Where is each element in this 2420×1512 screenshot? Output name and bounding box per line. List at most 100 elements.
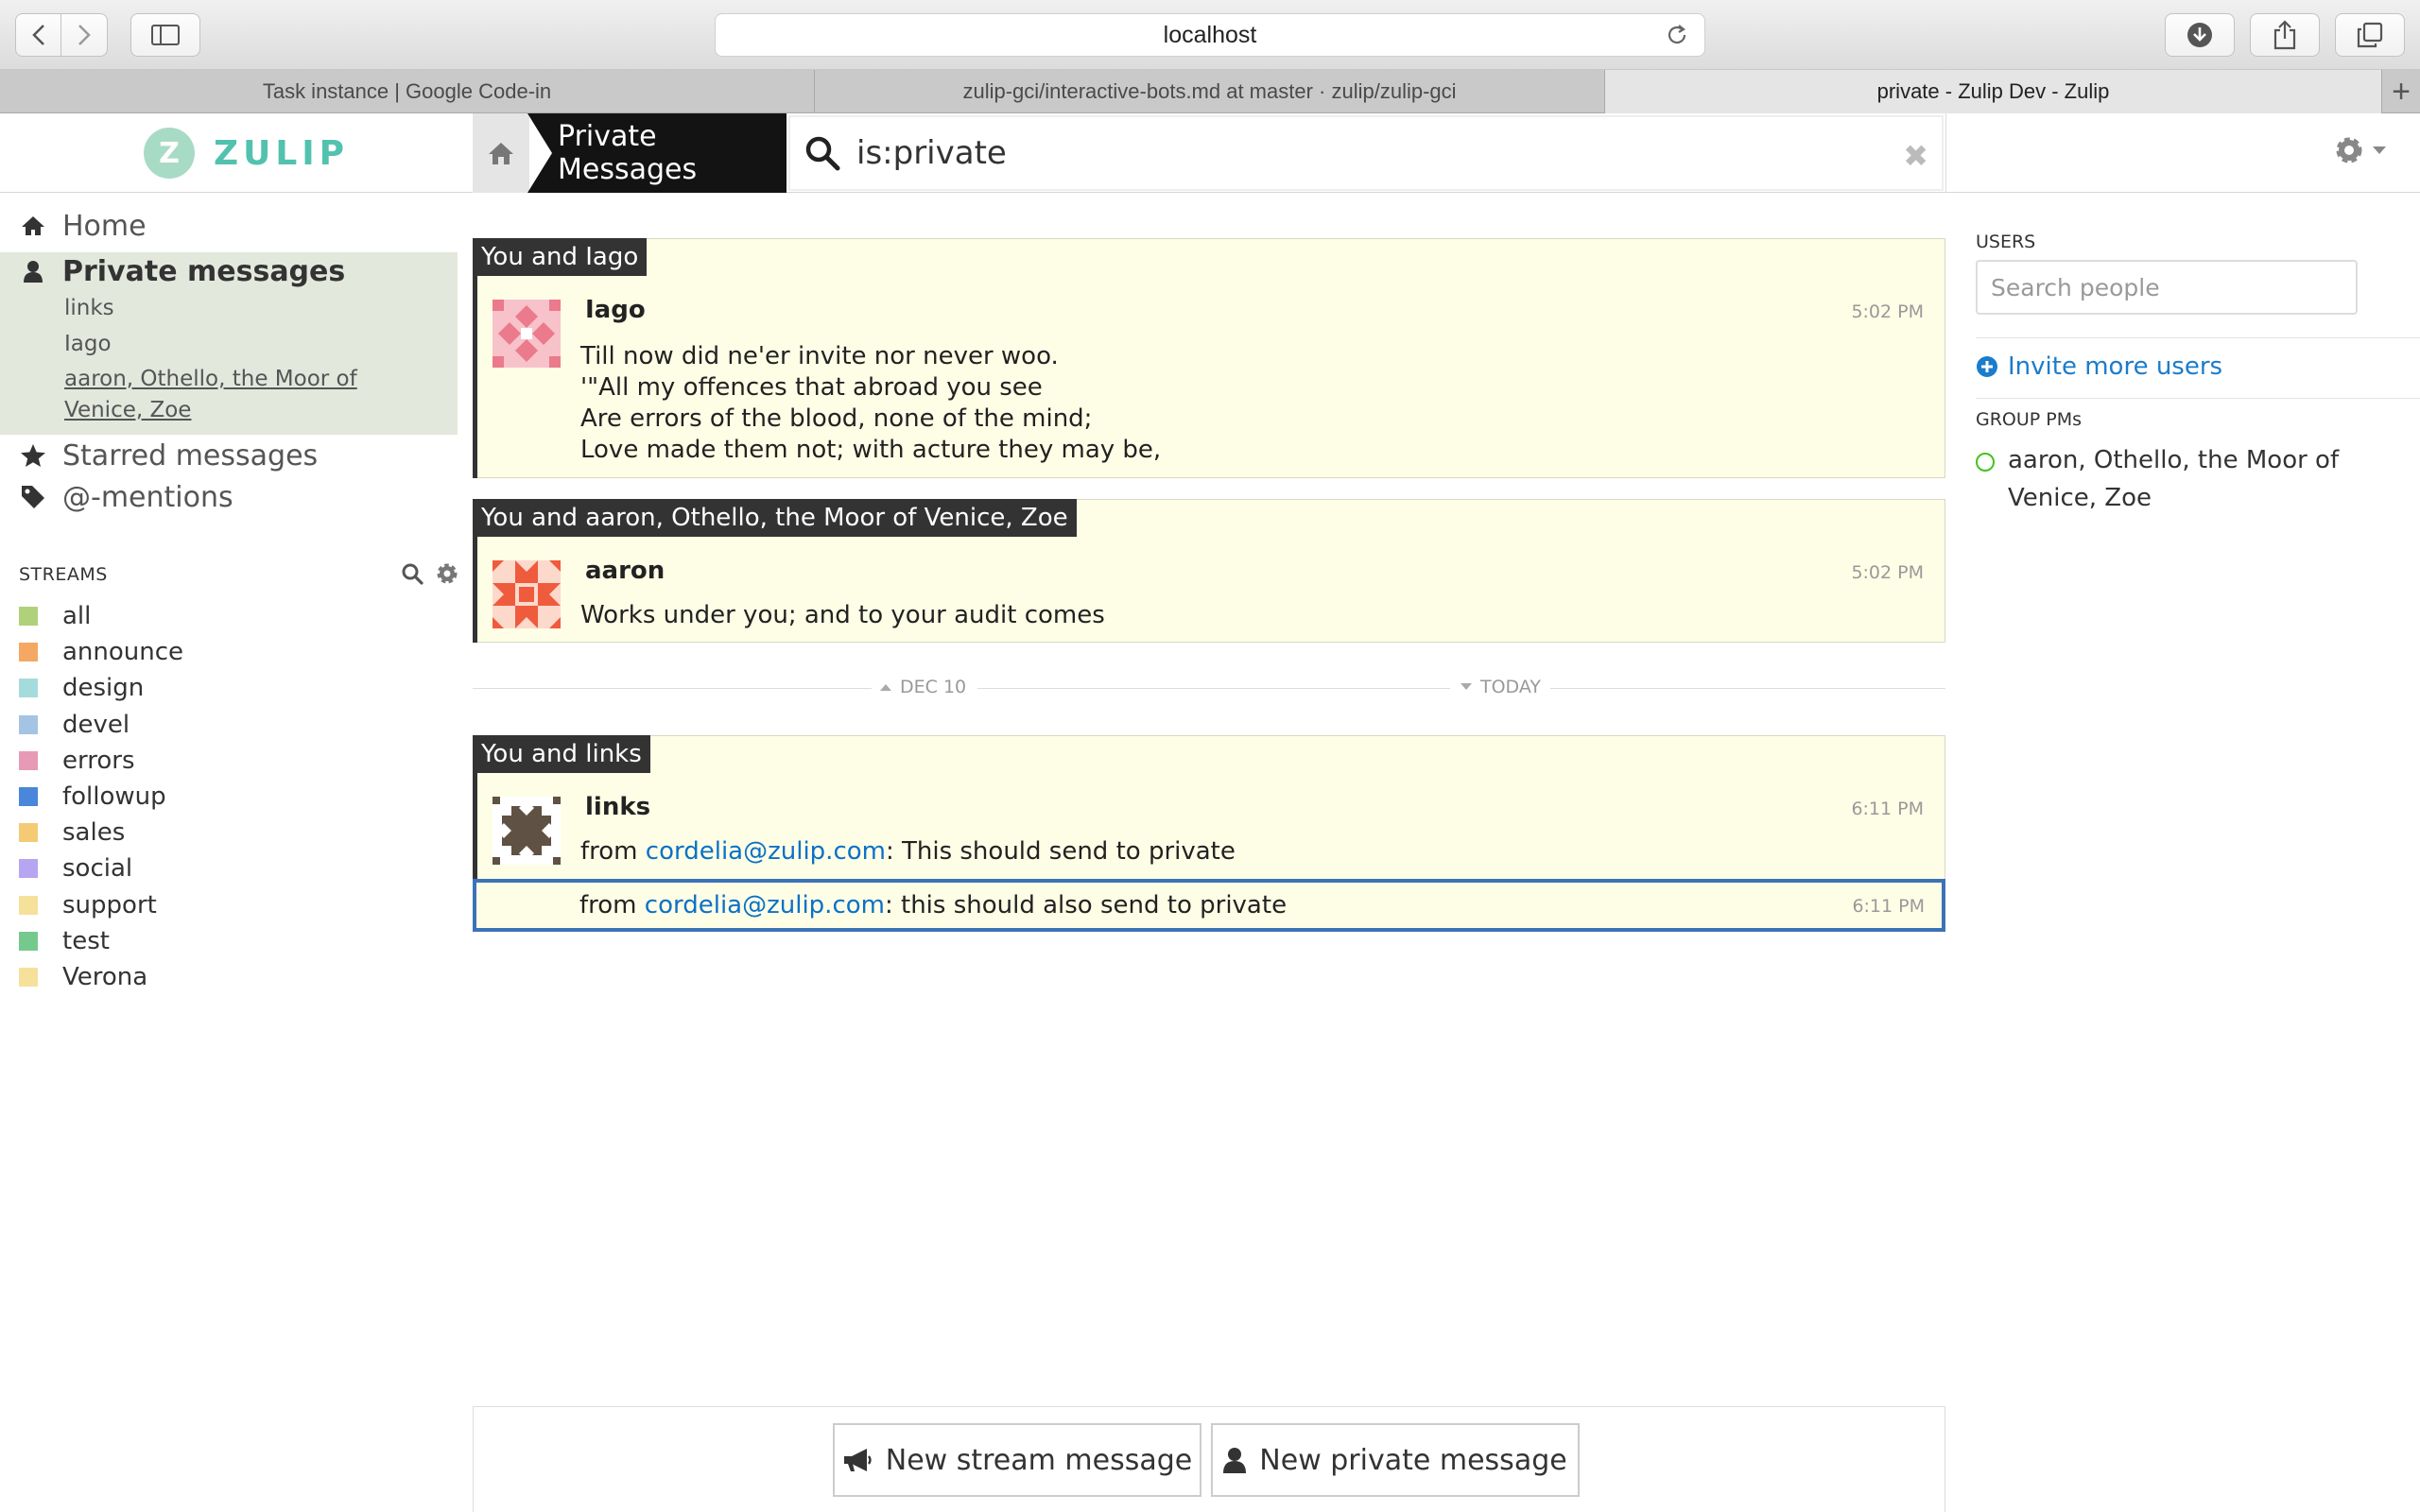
recipient-bar[interactable]: You and Iago xyxy=(473,238,648,276)
stream-item-support[interactable]: support xyxy=(19,889,157,921)
recipient-bar[interactable]: You and links xyxy=(473,735,650,773)
sidebar-item-label: Home xyxy=(62,209,147,243)
private-messages-section: Private messages links Iago aaron, Othel… xyxy=(0,252,458,435)
sidebar-item-private-messages[interactable]: Private messages xyxy=(0,252,458,290)
star-icon xyxy=(19,443,47,468)
share-button[interactable] xyxy=(2250,13,2320,57)
date-label-left: DEC 10 xyxy=(879,677,966,697)
stream-color-swatch xyxy=(19,895,38,915)
app-header: Z ZULIP Private Messages is:private ✖ xyxy=(0,113,2420,193)
message-line: Are errors of the blood, none of the min… xyxy=(580,404,1093,433)
narrow-breadcrumb[interactable]: Private Messages xyxy=(527,113,786,193)
brand-logo-link[interactable]: Z ZULIP xyxy=(144,127,349,180)
stream-name: sales xyxy=(62,818,126,848)
pm-conversation-group[interactable]: aaron, Othello, the Moor of Venice, Zoe xyxy=(64,364,367,426)
tabs-icon xyxy=(2357,22,2383,48)
browser-tab[interactable]: Task instance | Google Code-in xyxy=(0,70,815,113)
message-group-iago: You and Iago Iago 5:02 PM Till now did n… xyxy=(473,238,1945,478)
group-pm-label: aaron, Othello, the Moor of Venice, Zoe xyxy=(2008,446,2340,512)
message-time[interactable]: 5:02 PM xyxy=(1851,562,1924,583)
reload-icon[interactable] xyxy=(1665,23,1689,47)
stream-item-all[interactable]: all xyxy=(19,600,91,632)
sidebar-item-label: Starred messages xyxy=(62,438,319,472)
caret-down-icon xyxy=(2373,146,2386,154)
stream-item-announce[interactable]: announce xyxy=(19,636,183,668)
home-icon xyxy=(19,215,47,236)
sidebar-item-label: @-mentions xyxy=(62,480,233,514)
sidebar-item-home[interactable]: Home xyxy=(0,207,458,245)
message-prefix: from xyxy=(580,837,646,866)
downloads-button[interactable] xyxy=(2165,13,2235,57)
message-content: from cordelia@zulip.com: this should als… xyxy=(579,890,1287,921)
stream-color-swatch xyxy=(19,643,38,662)
search-bar[interactable]: is:private ✖ xyxy=(788,115,1944,191)
search-streams-icon[interactable] xyxy=(401,562,424,585)
selected-message-row[interactable]: from cordelia@zulip.com: this should als… xyxy=(473,879,1945,932)
stream-item-sales[interactable]: sales xyxy=(19,816,125,849)
settings-menu-button[interactable] xyxy=(2331,132,2388,168)
browser-tab[interactable]: zulip-gci/interactive-bots.md at master … xyxy=(815,70,1605,113)
tabs-overview-button[interactable] xyxy=(2335,13,2405,57)
sidebar-item-label: Private messages xyxy=(62,254,346,288)
divider xyxy=(1976,398,2420,399)
message-time[interactable]: 6:11 PM xyxy=(1852,896,1925,917)
stream-item-social[interactable]: social xyxy=(19,852,132,885)
stream-color-swatch xyxy=(19,679,38,698)
sidebar-toggle-button[interactable] xyxy=(130,13,200,57)
address-text: localhost xyxy=(1163,21,1257,48)
home-icon xyxy=(489,143,513,164)
stream-item-followup[interactable]: followup xyxy=(19,781,166,813)
stream-item-devel[interactable]: devel xyxy=(19,709,130,741)
recipient-label: You and Iago xyxy=(481,243,639,271)
back-icon[interactable] xyxy=(16,14,61,56)
browser-tab-active[interactable]: private - Zulip Dev - Zulip xyxy=(1605,70,2382,113)
avatar[interactable] xyxy=(493,300,561,368)
sender-name[interactable]: aaron xyxy=(585,557,665,585)
pm-conversation-iago[interactable]: Iago xyxy=(64,332,112,356)
email-link[interactable]: cordelia@zulip.com xyxy=(646,837,886,866)
stream-item-test[interactable]: test xyxy=(19,925,110,957)
message-left-border xyxy=(473,537,477,643)
search-people-input[interactable] xyxy=(1976,260,2358,315)
message-line: '"All my offences that abroad you see xyxy=(580,373,1043,402)
stream-color-swatch xyxy=(19,931,38,951)
narrow-label: Private Messages xyxy=(558,120,698,186)
date-label-right: TODAY xyxy=(1460,677,1541,697)
invite-more-users-link[interactable]: Invite more users xyxy=(1976,352,2222,381)
stream-item-verona[interactable]: Verona xyxy=(19,961,147,993)
stream-name: social xyxy=(62,854,133,884)
search-input[interactable]: is:private xyxy=(856,134,1007,172)
recipient-bar[interactable]: You and aaron, Othello, the Moor of Veni… xyxy=(473,499,1077,537)
invite-label: Invite more users xyxy=(2008,352,2223,381)
stream-settings-gear-icon[interactable] xyxy=(435,561,459,586)
message-time[interactable]: 5:02 PM xyxy=(1851,301,1924,322)
avatar[interactable] xyxy=(493,797,561,865)
stream-item-design[interactable]: design xyxy=(19,672,144,704)
message-time[interactable]: 6:11 PM xyxy=(1851,799,1924,819)
address-bar[interactable]: localhost xyxy=(715,13,1705,57)
sidebar-item-starred[interactable]: Starred messages xyxy=(0,435,458,476)
clear-search-icon[interactable]: ✖ xyxy=(1903,138,1928,174)
sidebar-item-mentions[interactable]: @-mentions xyxy=(0,476,458,518)
email-link[interactable]: cordelia@zulip.com xyxy=(645,891,885,919)
stream-name: all xyxy=(62,602,92,630)
sender-name[interactable]: Iago xyxy=(585,296,646,324)
pm-conversation-links[interactable]: links xyxy=(64,296,114,320)
compose-area: New stream message New private message xyxy=(473,1406,1945,1512)
new-private-message-button[interactable]: New private message xyxy=(1211,1423,1580,1497)
date-text: TODAY xyxy=(1480,677,1541,697)
new-private-label: New private message xyxy=(1259,1443,1567,1477)
forward-icon[interactable] xyxy=(61,14,107,56)
tab-strip: Task instance | Google Code-in zulip-gci… xyxy=(0,70,2420,113)
sender-name[interactable]: links xyxy=(585,793,650,821)
stream-name: followup xyxy=(62,782,166,811)
message-suffix: : This should send to private xyxy=(885,837,1236,866)
home-breadcrumb[interactable] xyxy=(473,113,529,193)
new-stream-message-button[interactable]: New stream message xyxy=(833,1423,1201,1497)
new-stream-label: New stream message xyxy=(885,1443,1193,1477)
avatar[interactable] xyxy=(493,560,561,628)
stream-color-swatch xyxy=(19,714,38,734)
stream-item-errors[interactable]: errors xyxy=(19,745,135,777)
stream-name: devel xyxy=(62,710,130,739)
new-tab-button[interactable]: + xyxy=(2382,70,2420,113)
